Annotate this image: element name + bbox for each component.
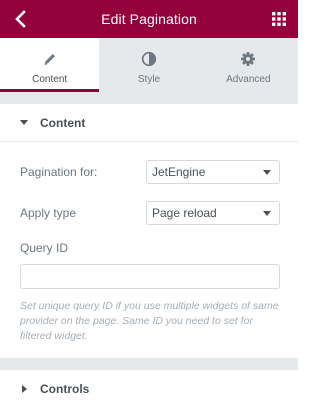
chevron-left-icon[interactable]: [12, 9, 30, 29]
apply-type-select[interactable]: Page reload: [146, 201, 280, 225]
section-divider: [0, 358, 298, 370]
tab-advanced[interactable]: Advanced: [198, 38, 298, 92]
tab-content[interactable]: Content: [0, 38, 100, 92]
gear-icon: [241, 52, 256, 66]
caret-right-icon: [22, 384, 27, 393]
content-section-title: Content: [40, 115, 86, 130]
panel-tabs: Content Style Advanced: [0, 38, 298, 92]
half-circle-icon: [141, 51, 157, 67]
apply-type-value: Page reload: [152, 206, 217, 220]
section-divider: [0, 92, 298, 104]
tab-style[interactable]: Style: [99, 38, 199, 92]
query-id-label: Query ID: [20, 241, 69, 255]
pagination-for-label: Pagination for:: [20, 165, 98, 179]
pencil-icon: [44, 54, 55, 65]
pagination-for-row: Pagination for: JetEngine: [20, 160, 280, 184]
query-id-description: Set unique query ID if you use multiple …: [20, 300, 279, 342]
tab-advanced-label: Advanced: [226, 74, 271, 85]
caret-down-icon: [20, 119, 28, 125]
controls-section-title: Controls: [40, 381, 90, 396]
controls-section-toggle[interactable]: Controls: [0, 370, 298, 407]
content-section-toggle[interactable]: Content: [0, 104, 298, 142]
panel-title: Edit Pagination: [101, 11, 197, 27]
pagination-for-select[interactable]: JetEngine: [146, 160, 280, 184]
query-id-input[interactable]: [20, 264, 280, 289]
grid-icon[interactable]: [272, 12, 286, 26]
apply-type-row: Apply type Page reload: [20, 201, 280, 225]
dropdown-arrow-icon: [263, 210, 271, 216]
dropdown-arrow-icon: [263, 169, 271, 175]
tab-content-label: Content: [32, 74, 68, 85]
apply-type-label: Apply type: [20, 206, 77, 220]
panel-header: Edit Pagination: [0, 0, 298, 38]
pagination-for-value: JetEngine: [152, 165, 206, 179]
tab-style-label: Style: [137, 74, 161, 85]
